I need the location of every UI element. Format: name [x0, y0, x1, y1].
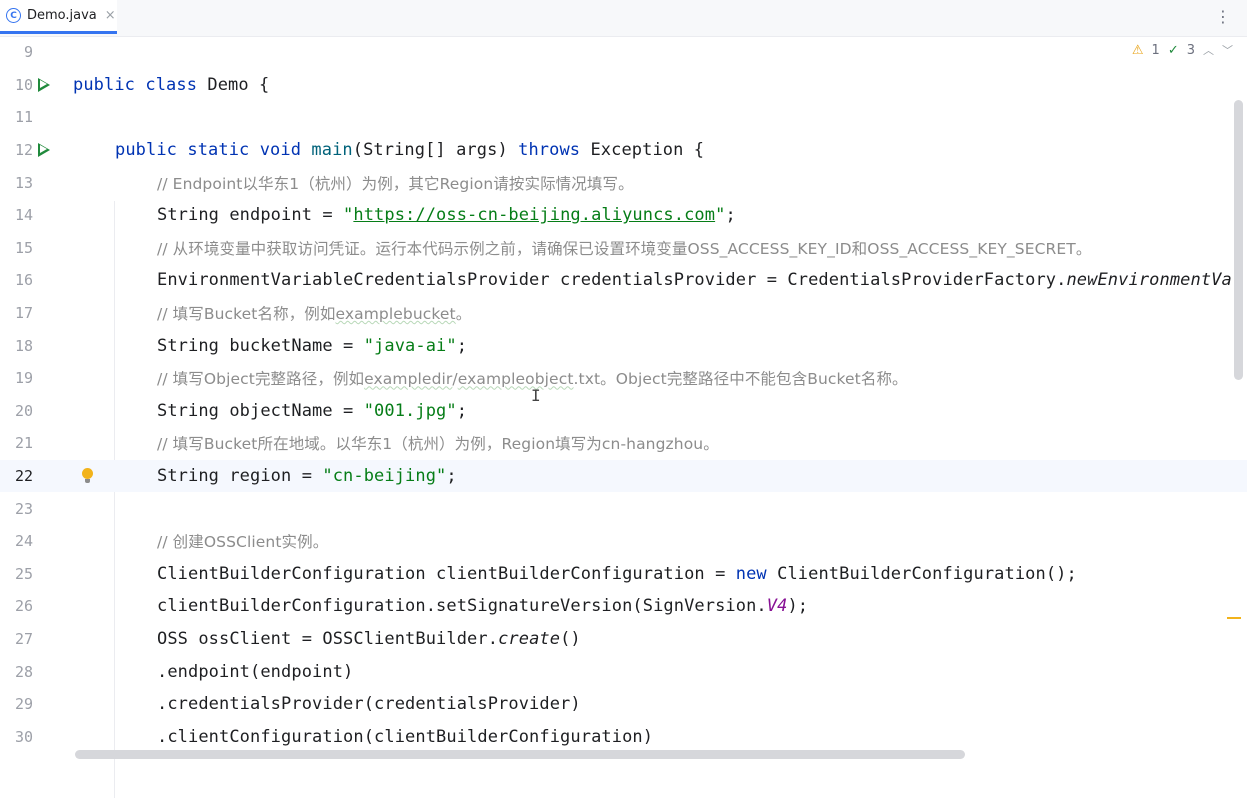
text-cursor-icon: I	[531, 386, 541, 405]
line-number: 30	[14, 727, 33, 746]
code-line-26[interactable]: 26 clientBuilderConfiguration.setSignatu…	[0, 590, 1247, 623]
tab-demo-java[interactable]: C Demo.java ×	[0, 0, 117, 34]
code-line-21[interactable]: 21 // 填写Bucket所在地域。以华东1（杭州）为例，Region填写为c…	[0, 427, 1247, 460]
vertical-scrollbar[interactable]	[1234, 100, 1243, 380]
horizontal-scrollbar[interactable]	[75, 750, 965, 759]
code-comment: // 从环境变量中获取访问凭证。运行本代码示例之前，请确保已设置环境变量OSS_…	[157, 239, 1092, 258]
line-number: 11	[14, 108, 33, 127]
code-line-25[interactable]: 25 ClientBuilderConfiguration clientBuil…	[0, 558, 1247, 591]
code-line-23[interactable]: 23	[0, 492, 1247, 525]
code-text: String region = "cn-beijing";	[157, 466, 457, 487]
line-number: 21	[14, 434, 33, 453]
code-line-19[interactable]: 19 // 填写Object完整路径，例如exampledir/exampleo…	[0, 362, 1247, 395]
run-main-icon[interactable]	[38, 142, 50, 157]
code-text: .clientConfiguration(clientBuilderConfig…	[157, 726, 654, 747]
code-comment: // Endpoint以华东1（杭州）为例，其它Region请按实际情况填写。	[157, 174, 634, 193]
editor-tab-bar: C Demo.java × ⋮	[0, 0, 1247, 37]
code-line-27[interactable]: 27 OSS ossClient = OSSClientBuilder.crea…	[0, 623, 1247, 656]
code-line-11[interactable]: 11	[0, 101, 1247, 134]
code-line-28[interactable]: 28 .endpoint(endpoint)	[0, 655, 1247, 688]
code-text: public class Demo {	[73, 74, 270, 95]
code-comment: // 填写Bucket所在地域。以华东1（杭州）为例，Region填写为cn-h…	[157, 435, 719, 454]
code-text: .credentialsProvider(credentialsProvider…	[157, 694, 581, 715]
code-text: ClientBuilderConfiguration clientBuilder…	[157, 563, 1077, 584]
code-line-30[interactable]: 30 .clientConfiguration(clientBuilderCon…	[0, 721, 1247, 754]
run-class-icon[interactable]	[38, 77, 50, 92]
code-line-10[interactable]: 10 public class Demo {	[0, 69, 1247, 102]
code-line-29[interactable]: 29 .credentialsProvider(credentialsProvi…	[0, 688, 1247, 721]
endpoint-url-link[interactable]: https://oss-cn-beijing.aliyuncs.com	[353, 205, 715, 225]
code-line-16[interactable]: 16 EnvironmentVariableCredentialsProvide…	[0, 264, 1247, 297]
warning-stripe-marker[interactable]	[1227, 617, 1241, 619]
lightbulb-icon[interactable]	[82, 467, 93, 483]
line-number: 12	[14, 141, 33, 160]
line-number: 17	[14, 304, 33, 323]
code-text: clientBuilderConfiguration.setSignatureV…	[157, 596, 809, 617]
code-line-15[interactable]: 15 // 从环境变量中获取访问凭证。运行本代码示例之前，请确保已设置环境变量O…	[0, 232, 1247, 265]
line-number: 16	[14, 271, 33, 290]
code-text: public static void main(String[] args) t…	[115, 140, 705, 161]
code-line-22-current[interactable]: 22 String region = "cn-beijing";	[0, 459, 1247, 493]
line-number: 20	[14, 401, 33, 420]
code-editor[interactable]: 9 10 public class Demo { 11 12 public st…	[0, 36, 1247, 798]
tab-label: Demo.java	[27, 8, 97, 23]
line-number: 9	[23, 43, 33, 62]
line-number: 13	[14, 173, 33, 192]
code-line-13[interactable]: 13 // Endpoint以华东1（杭州）为例，其它Region请按实际情况填…	[0, 166, 1247, 199]
line-number: 23	[14, 499, 33, 518]
code-line-18[interactable]: 18 String bucketName = "java-ai";	[0, 329, 1247, 362]
code-text: OSS ossClient = OSSClientBuilder.create(…	[157, 629, 581, 650]
line-number: 15	[14, 238, 33, 257]
line-number: 14	[14, 206, 33, 225]
more-actions-icon[interactable]: ⋮	[1215, 8, 1231, 26]
line-number: 24	[14, 532, 33, 551]
code-line-20[interactable]: 20 String objectName = "001.jpg";	[0, 395, 1247, 428]
line-number: 28	[14, 662, 33, 681]
code-line-14[interactable]: 14 String endpoint = "https://oss-cn-bei…	[0, 199, 1247, 232]
code-comment: // 填写Bucket名称，例如examplebucket。	[157, 305, 472, 324]
java-class-icon: C	[6, 8, 21, 23]
code-text: .endpoint(endpoint)	[157, 661, 354, 682]
code-line-12[interactable]: 12 public static void main(String[] args…	[0, 134, 1247, 167]
code-line-9[interactable]: 9	[0, 36, 1247, 69]
line-number: 18	[14, 336, 33, 355]
line-number: 22	[14, 467, 33, 486]
code-text: String bucketName = "java-ai";	[157, 335, 468, 356]
line-number: 25	[14, 564, 33, 583]
line-number: 27	[14, 630, 33, 649]
code-text: String endpoint = "https://oss-cn-beijin…	[157, 205, 736, 226]
line-number: 26	[14, 597, 33, 616]
code-comment: // 创建OSSClient实例。	[157, 533, 329, 552]
line-number: 29	[14, 695, 33, 714]
line-number: 19	[14, 369, 33, 388]
code-text: EnvironmentVariableCredentialsProvider c…	[157, 270, 1232, 291]
close-tab-icon[interactable]: ×	[105, 8, 116, 23]
code-line-17[interactable]: 17 // 填写Bucket名称，例如examplebucket。	[0, 297, 1247, 330]
code-text: String objectName = "001.jpg";	[157, 400, 468, 421]
code-line-24[interactable]: 24 // 创建OSSClient实例。	[0, 525, 1247, 558]
line-number: 10	[14, 75, 33, 94]
